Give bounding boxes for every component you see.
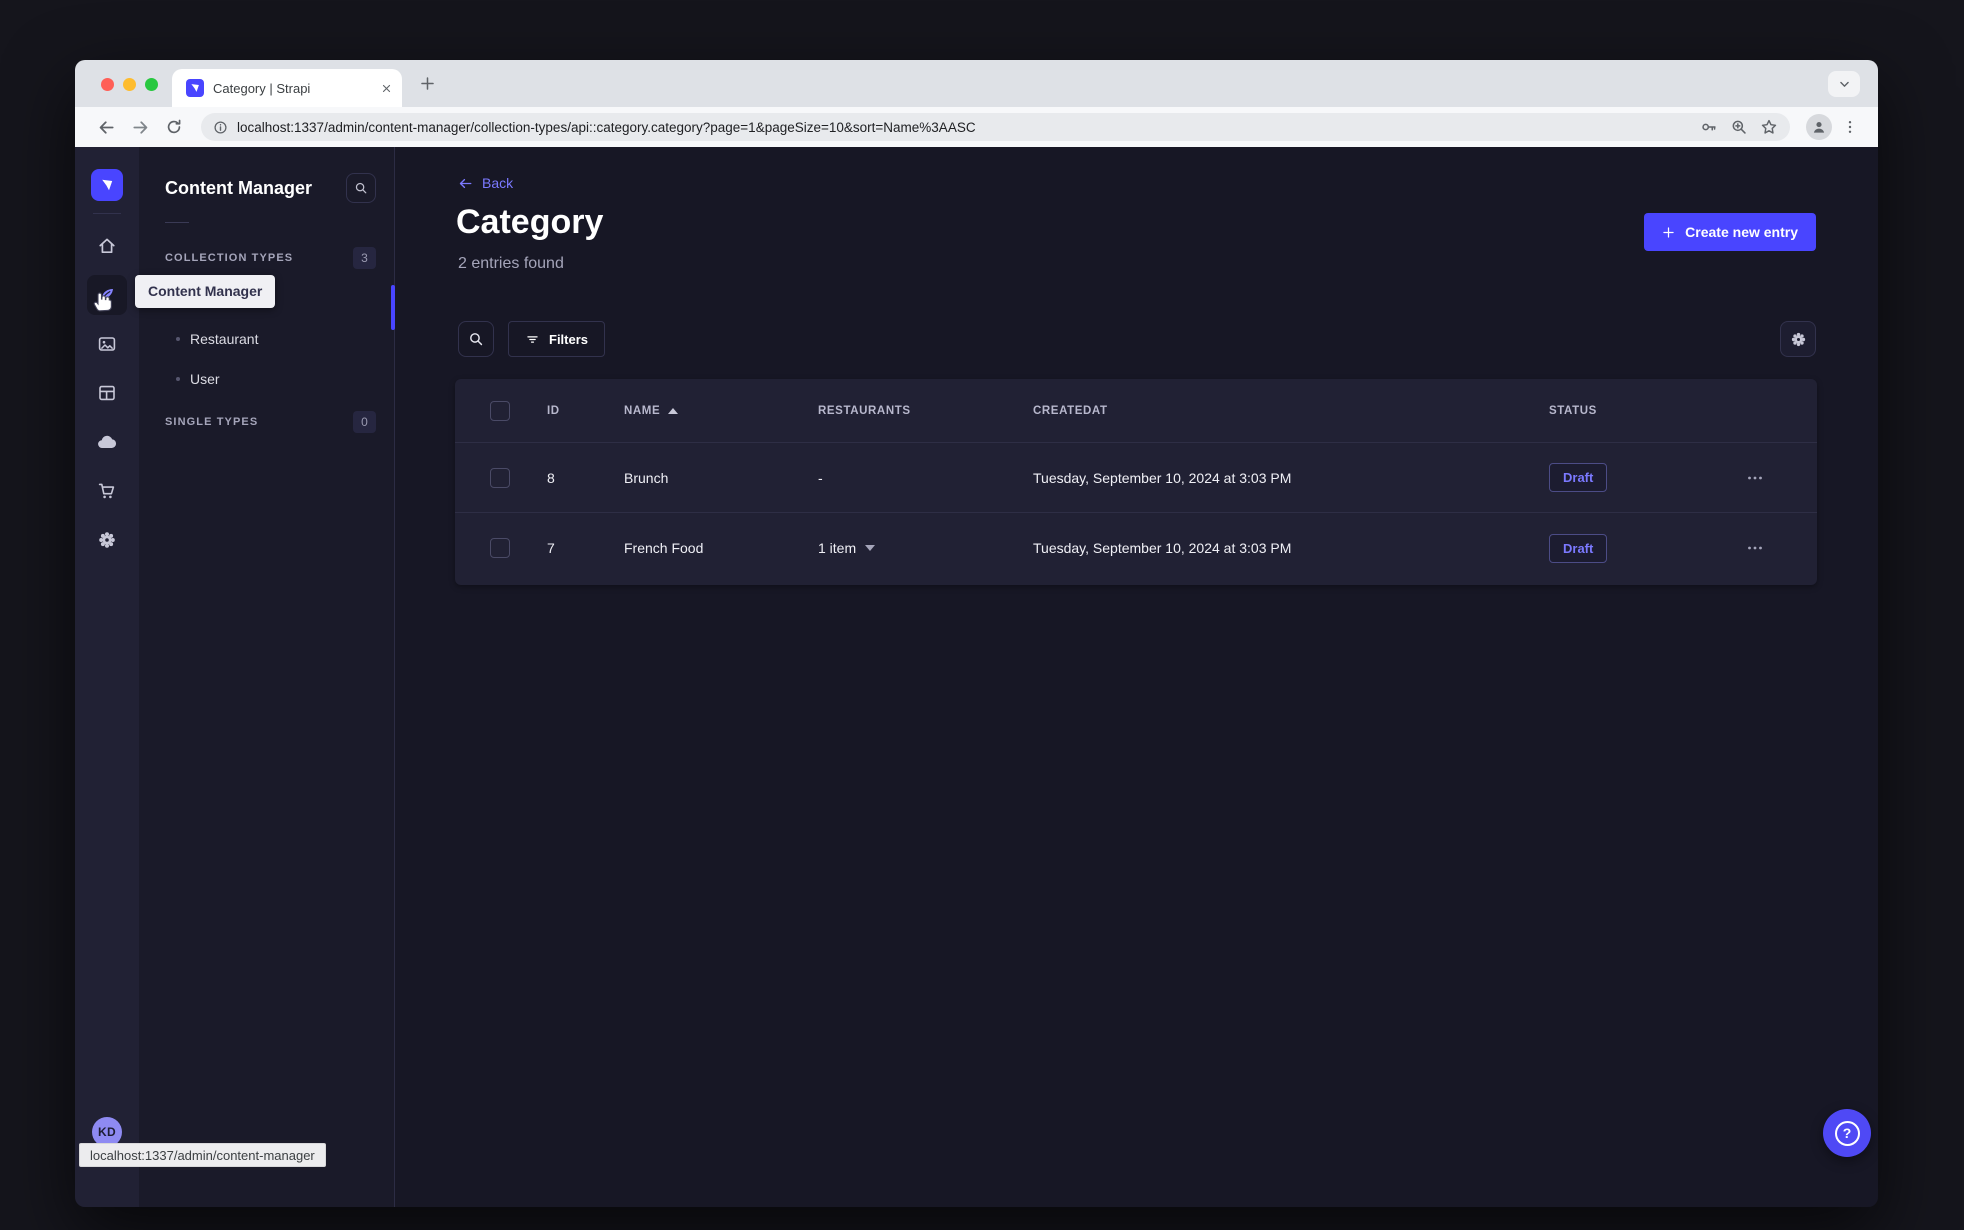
cell-createdat: Tuesday, September 10, 2024 at 3:03 PM xyxy=(1033,540,1292,556)
cell-name: Brunch xyxy=(624,469,669,486)
status-badge: Draft xyxy=(1549,533,1608,563)
link-status-bubble: localhost:1337/admin/content-manager xyxy=(79,1143,326,1167)
subnav-search-icon[interactable] xyxy=(346,173,376,203)
close-window-button[interactable] xyxy=(101,78,114,91)
select-all-checkbox[interactable] xyxy=(490,400,510,421)
tab-strip: Category | Strapi xyxy=(75,60,1878,107)
rail-divider xyxy=(93,213,121,214)
browser-profile-icon[interactable] xyxy=(1806,114,1832,140)
main-content: Back Category 2 entries found Create new… xyxy=(395,147,1878,1207)
cell-restaurants: - xyxy=(818,469,823,486)
zoom-page-icon[interactable] xyxy=(1724,115,1754,139)
column-header-createdat: CREATEDAT xyxy=(1033,404,1108,417)
filters-button[interactable]: Filters xyxy=(508,321,606,357)
browser-tab[interactable]: Category | Strapi xyxy=(172,69,402,107)
password-key-icon[interactable] xyxy=(1694,115,1724,139)
minimize-window-button[interactable] xyxy=(123,78,136,91)
subnav-title: Content Manager xyxy=(165,177,313,198)
fullscreen-window-button[interactable] xyxy=(145,78,158,91)
tab-close-icon[interactable] xyxy=(381,83,392,94)
settings-gear-icon[interactable] xyxy=(87,520,127,560)
table-row[interactable]: 7 French Food 1 item Tuesday, September … xyxy=(455,513,1817,583)
page-title: Category xyxy=(456,203,604,241)
row-checkbox[interactable] xyxy=(490,538,510,558)
back-link[interactable]: Back xyxy=(458,175,513,191)
bookmark-star-icon[interactable] xyxy=(1754,115,1784,139)
status-badge: Draft xyxy=(1549,463,1608,492)
cloud-icon[interactable] xyxy=(87,422,127,462)
strapi-favicon-icon xyxy=(186,79,204,97)
subnav-divider xyxy=(165,222,189,223)
home-icon[interactable] xyxy=(87,226,127,266)
address-bar[interactable]: localhost:1337/admin/content-manager/col… xyxy=(201,113,1790,141)
entries-table: ID NAME RESTAURANTS CREATEDAT STATUS 8 B… xyxy=(455,379,1817,585)
back-label: Back xyxy=(482,175,514,191)
subnav-item-user[interactable]: User xyxy=(139,359,394,399)
cell-id: 7 xyxy=(547,540,555,556)
table-header-row: ID NAME RESTAURANTS CREATEDAT STATUS xyxy=(455,379,1817,443)
forward-nav-icon[interactable] xyxy=(123,112,157,142)
chevron-down-icon xyxy=(865,545,876,551)
bullet-icon xyxy=(176,337,180,341)
cell-name: French Food xyxy=(624,540,704,556)
site-info-icon[interactable] xyxy=(213,120,228,135)
new-tab-button[interactable] xyxy=(419,75,436,92)
cell-createdat: Tuesday, September 10, 2024 at 3:03 PM xyxy=(1033,469,1292,486)
row-actions-icon[interactable] xyxy=(1745,468,1765,488)
column-header-status: STATUS xyxy=(1549,404,1597,417)
strapi-app: KD Content Manager COLLECTION TYPES 3 Ca… xyxy=(75,147,1878,1207)
single-types-count-badge: 0 xyxy=(353,411,376,433)
column-header-id: ID xyxy=(547,404,560,417)
content-type-builder-icon[interactable] xyxy=(87,373,127,413)
single-types-label: SINGLE TYPES xyxy=(165,416,259,428)
bullet-icon xyxy=(176,377,180,381)
tab-title: Category | Strapi xyxy=(213,80,311,96)
table-search-icon[interactable] xyxy=(458,321,494,357)
browser-menu-icon[interactable] xyxy=(1836,113,1864,141)
content-manager-tooltip: Content Manager xyxy=(135,275,276,308)
cell-restaurants[interactable]: 1 item xyxy=(818,540,1033,556)
collection-types-label: COLLECTION TYPES xyxy=(165,252,294,264)
create-new-entry-button[interactable]: Create new entry xyxy=(1644,213,1816,251)
back-nav-icon[interactable] xyxy=(89,112,123,142)
tab-search-chevron-icon[interactable] xyxy=(1828,71,1860,97)
hand-cursor-icon xyxy=(90,287,116,313)
active-item-indicator xyxy=(391,285,395,330)
cell-id: 8 xyxy=(547,469,555,486)
row-actions-icon[interactable] xyxy=(1745,538,1765,558)
traffic-lights xyxy=(101,78,158,91)
table-settings-gear-icon[interactable] xyxy=(1780,321,1816,357)
reload-icon[interactable] xyxy=(157,112,191,142)
table-row[interactable]: 8 Brunch - Tuesday, September 10, 2024 a… xyxy=(455,443,1817,513)
entries-count: 2 entries found xyxy=(458,255,564,272)
subnav-item-restaurant[interactable]: Restaurant xyxy=(139,319,394,359)
browser-toolbar: localhost:1337/admin/content-manager/col… xyxy=(75,107,1878,147)
question-mark-icon: ? xyxy=(1834,1120,1860,1146)
url-text[interactable]: localhost:1337/admin/content-manager/col… xyxy=(237,120,1694,135)
help-button[interactable]: ? xyxy=(1823,1109,1871,1157)
column-header-restaurants: RESTAURANTS xyxy=(818,404,911,417)
media-library-icon[interactable] xyxy=(87,324,127,364)
column-header-name[interactable]: NAME xyxy=(624,405,818,417)
sort-ascending-icon xyxy=(668,407,679,414)
row-checkbox[interactable] xyxy=(490,467,510,488)
marketplace-cart-icon[interactable] xyxy=(87,471,127,511)
collection-types-count-badge: 3 xyxy=(353,247,376,269)
browser-window: Category | Strapi localhost:1337/admin/c… xyxy=(75,60,1878,1207)
strapi-logo-icon[interactable] xyxy=(91,169,123,201)
